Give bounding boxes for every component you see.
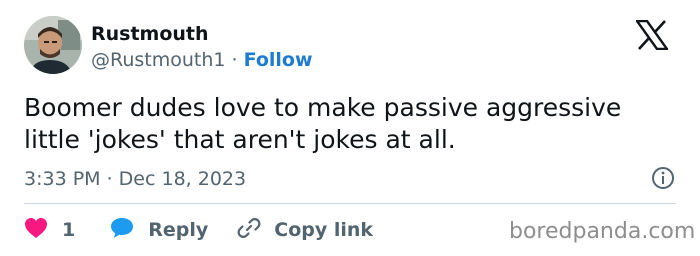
copy-link-button[interactable]: Copy link xyxy=(236,216,373,244)
tweet-text: Boomer dudes love to make passive aggres… xyxy=(24,93,622,154)
like-button[interactable]: 1 xyxy=(24,217,75,243)
reply-label: Reply xyxy=(148,219,209,241)
like-count: 1 xyxy=(62,219,76,241)
link-icon xyxy=(236,216,262,244)
avatar-photo xyxy=(24,16,82,74)
author-handle-row: @Rustmouth1 · Follow xyxy=(91,48,313,72)
reply-button[interactable]: Reply xyxy=(109,216,208,244)
handle-separator: · xyxy=(231,49,238,71)
speech-bubble-icon xyxy=(109,216,135,244)
avatar[interactable] xyxy=(24,16,82,74)
follow-button[interactable]: Follow xyxy=(244,49,313,71)
tweet-timestamp[interactable]: 3:33 PM · Dec 18, 2023 xyxy=(24,167,246,191)
divider xyxy=(24,203,676,204)
copy-link-label: Copy link xyxy=(274,219,374,241)
x-logo-icon[interactable] xyxy=(634,19,670,51)
author-display-name[interactable]: Rustmouth xyxy=(91,22,209,46)
info-icon[interactable] xyxy=(651,166,675,190)
heart-icon xyxy=(24,217,48,243)
watermark-text: boredpanda.com xyxy=(509,219,696,244)
author-handle[interactable]: @Rustmouth1 xyxy=(91,49,226,71)
tweet-actions: 1 Reply Copy link xyxy=(24,216,373,244)
